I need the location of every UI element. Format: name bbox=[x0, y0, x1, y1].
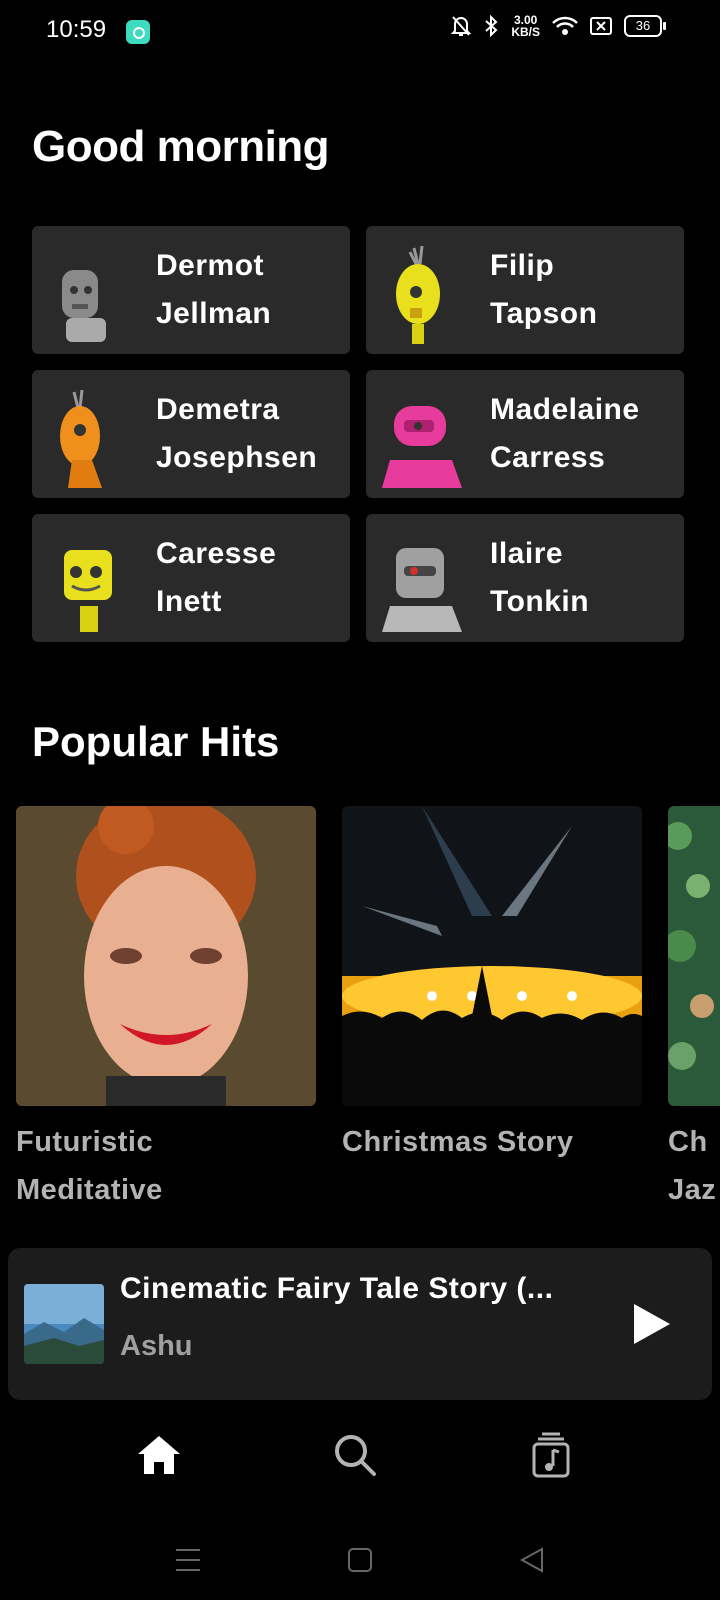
popular-carousel[interactable]: Futuristic Meditative Christmas Story Ch… bbox=[16, 806, 720, 1226]
quick-pick-card[interactable]: Demetra Josephsen bbox=[32, 370, 350, 498]
quick-pick-name: Madelaine Carress bbox=[476, 386, 640, 482]
quick-pick-first-name: Caresse bbox=[156, 537, 277, 570]
network-speed-unit: KB/S bbox=[511, 25, 540, 39]
quick-pick-name: Caresse Inett bbox=[142, 530, 276, 626]
home-icon[interactable] bbox=[134, 1430, 184, 1480]
now-playing-title: Cinematic Fairy Tale Story (... bbox=[120, 1272, 554, 1305]
section-title: Popular Hits bbox=[32, 718, 280, 765]
playlist-tile[interactable]: Ch Jaz bbox=[668, 806, 720, 1214]
robot-avatar bbox=[32, 226, 142, 354]
playlist-cover-concert bbox=[342, 806, 642, 1106]
quick-pick-last-name: Josephsen bbox=[156, 441, 318, 474]
robot-avatar bbox=[366, 370, 476, 498]
library-icon[interactable] bbox=[526, 1430, 576, 1480]
playlist-cover-portrait bbox=[16, 806, 316, 1106]
mute-bell-icon bbox=[451, 16, 472, 36]
greeting-title: Good morning bbox=[32, 122, 330, 171]
status-bar: 10:59 3.00 KB/S 36 bbox=[0, 0, 720, 64]
quick-picks-grid: Dermot Jellman Filip Tapson Demetra Jose… bbox=[32, 226, 684, 642]
status-time: 10:59 bbox=[46, 16, 107, 43]
quick-pick-first-name: Dermot bbox=[156, 249, 265, 282]
home-button-icon[interactable] bbox=[344, 1544, 376, 1576]
robot-avatar bbox=[366, 226, 476, 354]
network-speed: 3.00 KB/S bbox=[511, 14, 540, 38]
playlist-title-line: Futuristic bbox=[16, 1126, 154, 1158]
quick-pick-card[interactable]: Madelaine Carress bbox=[366, 370, 684, 498]
robot-avatar bbox=[32, 370, 142, 498]
now-playing-artist: Ashu bbox=[120, 1330, 193, 1362]
bluetooth-icon bbox=[485, 15, 498, 37]
quick-pick-last-name: Tapson bbox=[490, 297, 598, 330]
back-icon[interactable] bbox=[516, 1544, 548, 1576]
system-nav-bar bbox=[0, 1520, 720, 1600]
now-playing-artwork bbox=[24, 1284, 104, 1364]
status-icons: 3.00 KB/S 36 bbox=[451, 14, 666, 38]
quick-pick-first-name: Demetra bbox=[156, 393, 280, 426]
quick-pick-name: Demetra Josephsen bbox=[142, 386, 317, 482]
playlist-title: Ch Jaz bbox=[668, 1118, 720, 1214]
wifi-icon bbox=[552, 16, 578, 35]
quick-pick-name: Filip Tapson bbox=[476, 242, 597, 338]
quick-pick-last-name: Tonkin bbox=[490, 585, 590, 618]
sim-off-icon bbox=[590, 17, 612, 35]
quick-pick-card[interactable]: Ilaire Tonkin bbox=[366, 514, 684, 642]
playlist-title: Christmas Story bbox=[342, 1118, 642, 1166]
play-icon[interactable] bbox=[630, 1300, 674, 1348]
playlist-tile[interactable]: Futuristic Meditative bbox=[16, 806, 316, 1214]
robot-avatar bbox=[366, 514, 476, 642]
quick-pick-first-name: Filip bbox=[490, 249, 555, 282]
playlist-title: Futuristic Meditative bbox=[16, 1118, 316, 1214]
playlist-cover-leaves bbox=[668, 806, 720, 1106]
quick-pick-card[interactable]: Filip Tapson bbox=[366, 226, 684, 354]
playlist-title-line: Meditative bbox=[16, 1174, 163, 1206]
app-notification-icon bbox=[126, 20, 150, 44]
playlist-title-line: Jaz bbox=[668, 1174, 717, 1206]
quick-pick-first-name: Ilaire bbox=[490, 537, 564, 570]
battery-indicator: 36 bbox=[624, 15, 666, 37]
playlist-title-line: Christmas Story bbox=[342, 1126, 574, 1158]
quick-pick-last-name: Inett bbox=[156, 585, 222, 618]
quick-pick-name: Ilaire Tonkin bbox=[476, 530, 589, 626]
playlist-tile[interactable]: Christmas Story bbox=[342, 806, 642, 1166]
quick-pick-first-name: Madelaine bbox=[490, 393, 640, 426]
menu-icon[interactable] bbox=[172, 1544, 204, 1576]
quick-pick-card[interactable]: Caresse Inett bbox=[32, 514, 350, 642]
robot-avatar bbox=[32, 514, 142, 642]
quick-pick-last-name: Jellman bbox=[156, 297, 272, 330]
quick-pick-last-name: Carress bbox=[490, 441, 606, 474]
bottom-tab-bar bbox=[0, 1400, 720, 1520]
search-icon[interactable] bbox=[330, 1430, 380, 1480]
mini-player[interactable]: Cinematic Fairy Tale Story (... Ashu bbox=[8, 1248, 712, 1400]
playlist-title-line: Ch bbox=[668, 1126, 708, 1158]
quick-pick-name: Dermot Jellman bbox=[142, 242, 271, 338]
quick-pick-card[interactable]: Dermot Jellman bbox=[32, 226, 350, 354]
